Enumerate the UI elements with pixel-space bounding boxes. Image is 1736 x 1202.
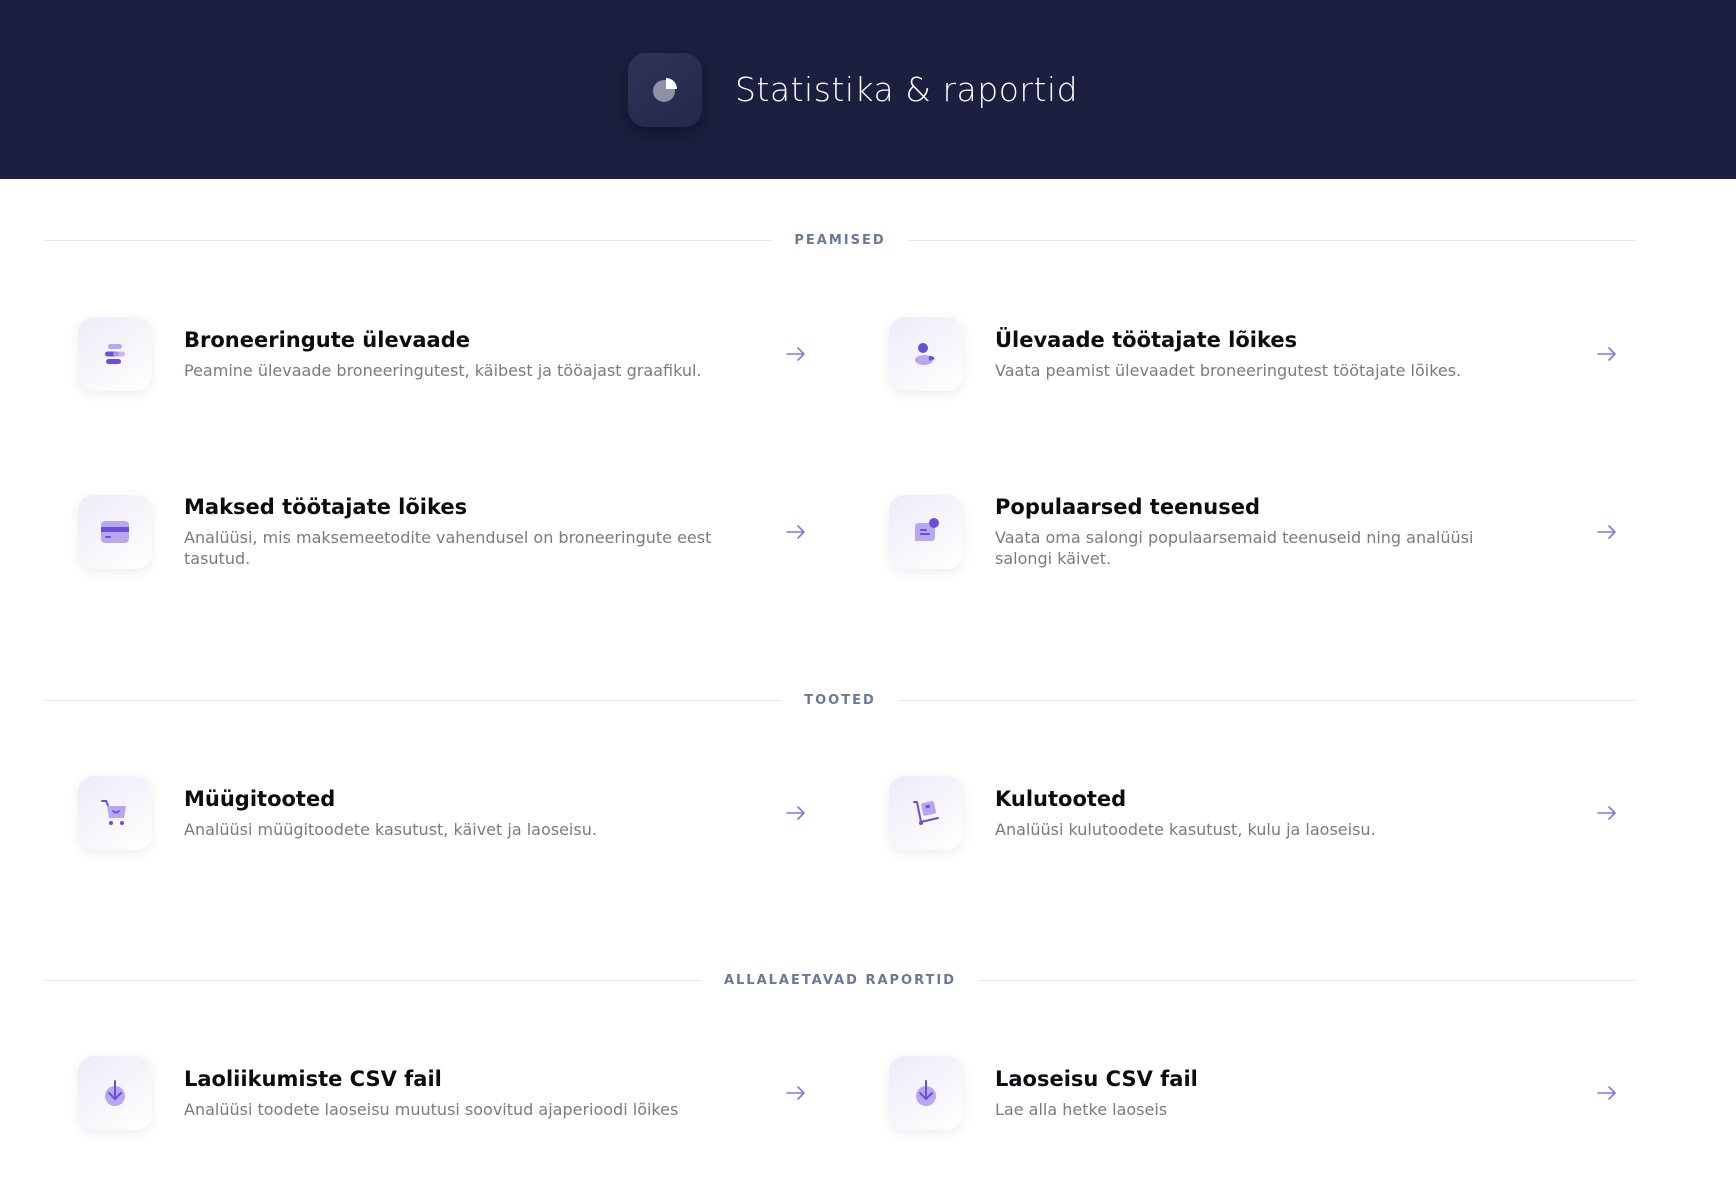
card-text: Müügitooted Analüüsi müügitoodete kasutu… — [184, 787, 724, 840]
card-title: Kulutooted — [995, 786, 1127, 811]
card-description: Analüüsi toodete laoseisu muutusi soovit… — [184, 1099, 679, 1119]
page-header: Statistika & raportid — [0, 0, 1736, 179]
card-description: Analüüsi, mis maksemeetodite vahendusel … — [184, 528, 712, 568]
card-description: Lae alla hetke laoseis — [995, 1099, 1168, 1119]
card-text: Laoliikumiste CSV fail Analüüsi toodete … — [184, 1067, 724, 1120]
report-card-laoseisu-csv[interactable]: Laoseisu CSV fail Lae alla hetke laoseis — [889, 1045, 1629, 1141]
card-description: Vaata oma salongi populaarsemaid teenuse… — [995, 528, 1474, 568]
card-title: Laoliikumiste CSV fail — [184, 1066, 442, 1091]
card-title: Broneeringute ülevaade — [184, 327, 471, 352]
arrow-right-icon[interactable] — [784, 1081, 808, 1105]
card-title: Ülevaade töötajate lõikes — [995, 327, 1298, 352]
section-label: ALLALAETAVAD RAPORTID — [723, 972, 957, 988]
card-text: Broneeringute ülevaade Peamine ülevaade … — [184, 328, 724, 381]
download-icon — [78, 1056, 152, 1130]
download-icon — [889, 1056, 963, 1130]
report-card-maksed-tootajate-loikes[interactable]: Maksed töötajate lõikes Analüüsi, mis ma… — [78, 484, 818, 580]
section-label: PEAMISED — [794, 232, 886, 248]
card-text: Ülevaade töötajate lõikes Vaata peamist … — [995, 328, 1535, 381]
shopping-cart-icon — [78, 776, 152, 850]
report-card-kulutooted[interactable]: Kulutooted Analüüsi kulutoodete kasutust… — [889, 765, 1629, 861]
card-description: Peamine ülevaade broneeringutest, käibes… — [184, 360, 702, 380]
report-card-populaarsed-teenused[interactable]: Populaarsed teenused Vaata oma salongi p… — [889, 484, 1629, 580]
card-text: Kulutooted Analüüsi kulutoodete kasutust… — [995, 787, 1535, 840]
card-title: Laoseisu CSV fail — [995, 1066, 1198, 1091]
section-divider-peamised: PEAMISED — [44, 230, 1636, 250]
header-content: Statistika & raportid — [627, 52, 1079, 127]
report-card-laoliikumiste-csv[interactable]: Laoliikumiste CSV fail Analüüsi toodete … — [78, 1045, 818, 1141]
card-description: Analüüsi kulutoodete kasutust, kulu ja l… — [995, 819, 1376, 839]
arrow-right-icon[interactable] — [784, 520, 808, 544]
report-card-broneeringute-ulevaade[interactable]: Broneeringute ülevaade Peamine ülevaade … — [78, 306, 818, 402]
card-description: Vaata peamist ülevaadet broneeringutest … — [995, 360, 1462, 380]
card-text: Laoseisu CSV fail Lae alla hetke laoseis — [995, 1067, 1535, 1120]
arrow-right-icon[interactable] — [784, 342, 808, 366]
section-divider-tooted: TOOTED — [44, 690, 1637, 710]
arrow-right-icon[interactable] — [1595, 1081, 1619, 1105]
arrow-right-icon[interactable] — [1595, 342, 1619, 366]
section-divider-allalaetavad-raportid: ALLALAETAVAD RAPORTID — [44, 970, 1636, 990]
page-title: Statistika & raportid — [734, 70, 1079, 109]
card-description: Analüüsi müügitoodete kasutust, käivet j… — [184, 819, 597, 839]
card-title: Populaarsed teenused — [995, 495, 1260, 519]
hand-truck-icon — [889, 776, 963, 850]
arrow-right-icon[interactable] — [1595, 801, 1619, 825]
pie-chart-icon — [627, 52, 702, 127]
arrow-right-icon[interactable] — [784, 801, 808, 825]
credit-card-icon — [78, 495, 152, 569]
section-label: TOOTED — [804, 692, 876, 708]
card-text: Maksed töötajate lõikes Analüüsi, mis ma… — [184, 495, 724, 569]
card-text: Populaarsed teenused Vaata oma salongi p… — [995, 495, 1535, 569]
user-chart-icon — [889, 317, 963, 391]
report-card-ulevaade-tootajate-loikes[interactable]: Ülevaade töötajate lõikes Vaata peamist … — [889, 306, 1629, 402]
bars-chart-icon — [78, 317, 152, 391]
arrow-right-icon[interactable] — [1595, 520, 1619, 544]
card-title: Müügitooted — [184, 786, 336, 811]
chat-badge-icon — [889, 495, 963, 569]
card-title: Maksed töötajate lõikes — [184, 495, 468, 519]
report-card-muugitooted[interactable]: Müügitooted Analüüsi müügitoodete kasutu… — [78, 765, 818, 861]
